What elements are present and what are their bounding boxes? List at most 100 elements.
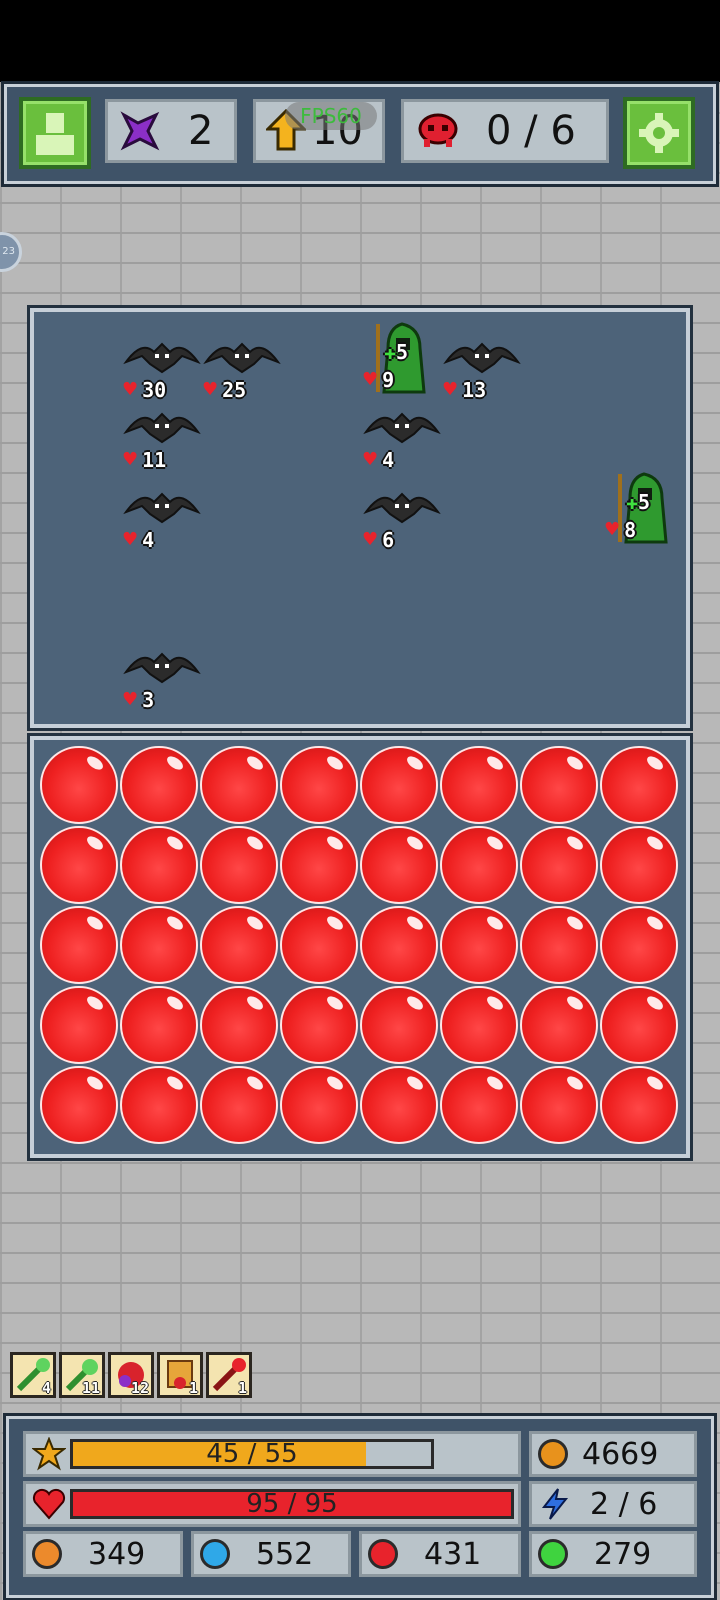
gem-counter: 2 [105,99,237,163]
enemy-hp: ♥ 11 [122,448,166,472]
enemy-field: ♥ 30 ♥ 25 ✚5 ♥ 9 ♥ 13 ♥ 11 ♥ 4 ♥ 4 ♥ 6 ✚5 ♥ 8 ♥ 3 [27,305,693,731]
profile-button[interactable] [19,97,91,169]
kill-counter: 0 / 6 [401,99,609,163]
red-orb[interactable] [520,986,598,1064]
bat-enemy[interactable]: ♥ 4 [362,404,442,472]
red-orb[interactable] [360,826,438,904]
bottom-hud: 45 / 55 4669 95 / 95 2 / 6 349 552 431 2… [3,1413,717,1600]
coin-count: 4669 [582,1436,659,1472]
red-orb[interactable] [120,1066,198,1144]
red-orb[interactable] [200,1066,278,1144]
bat-enemy[interactable]: ♥ 11 [122,404,202,472]
red-orb[interactable] [600,906,678,984]
item-slot[interactable]: 1 [157,1352,203,1398]
enemy-hp-value: 25 [222,378,247,402]
bat-icon [123,652,201,684]
bat-enemy[interactable]: ♥ 30 [122,334,202,402]
xp-panel: 45 / 55 [23,1431,521,1477]
red-orb[interactable] [280,1066,358,1144]
red-orb[interactable] [440,986,518,1064]
heal-value: ✚5 [384,340,408,364]
star-icon [32,1437,66,1471]
red-orb[interactable] [200,746,278,824]
game-screen: { "top_hud": { "gems": "2", "level": "10… [0,0,720,1600]
bat-enemy[interactable]: ♥ 25 [202,334,282,402]
health-panel: 95 / 95 [23,1481,521,1527]
item-count: 12 [130,1379,149,1397]
blue-count: 552 [256,1536,314,1572]
item-slot[interactable]: 1 [206,1352,252,1398]
heart-icon [32,1488,66,1520]
red-orb[interactable] [360,746,438,824]
red-orb[interactable] [520,826,598,904]
red-orb[interactable] [40,906,118,984]
red-orb[interactable] [200,906,278,984]
red-orb[interactable] [440,906,518,984]
coin-icon [538,1439,568,1469]
red-orb[interactable] [440,1066,518,1144]
red-orb[interactable] [360,1066,438,1144]
shaman-enemy[interactable]: ✚5 ♥ 8 [604,472,684,544]
red-orb[interactable] [520,746,598,824]
lightning-icon [541,1488,569,1520]
kill-count: 0 / 6 [486,108,576,154]
heal-number: 5 [638,490,651,514]
heart-icon: ♥ [362,449,379,470]
red-orb[interactable] [440,826,518,904]
settings-button[interactable] [623,97,695,169]
orange-orb-icon [32,1539,62,1569]
red-count: 431 [424,1536,482,1572]
fps-counter: FPS60 [285,102,377,130]
bat-icon [123,412,201,444]
red-orb-icon [368,1539,398,1569]
red-orb[interactable] [120,906,198,984]
bat-icon [203,342,281,374]
red-orb[interactable] [440,746,518,824]
red-orb[interactable] [600,1066,678,1144]
heal-plus-icon: ✚ [384,340,397,364]
gear-icon [639,113,679,153]
red-orb[interactable] [360,906,438,984]
red-orb[interactable] [280,826,358,904]
shaman-enemy[interactable]: ✚5 ♥ 9 [362,322,442,394]
bat-enemy[interactable]: ♥ 3 [122,644,202,712]
item-slot[interactable]: 11 [59,1352,105,1398]
red-orb[interactable] [40,746,118,824]
red-orb[interactable] [200,826,278,904]
bat-enemy[interactable]: ♥ 13 [442,334,522,402]
red-orb[interactable] [120,746,198,824]
enemy-hp-value: 30 [142,378,167,402]
red-orb[interactable] [40,986,118,1064]
top-hud: 2 10 0 / 6 [1,81,719,187]
red-orb[interactable] [360,986,438,1064]
red-orb[interactable] [120,986,198,1064]
item-slot[interactable]: 4 [10,1352,56,1398]
red-orb[interactable] [520,1066,598,1144]
red-orb[interactable] [600,826,678,904]
enemy-hp-value: 9 [382,368,395,392]
enemy-hp: ♥ 4 [362,448,394,472]
red-orb[interactable] [120,826,198,904]
red-orb[interactable] [520,906,598,984]
red-orb[interactable] [40,826,118,904]
bat-enemy[interactable]: ♥ 4 [122,484,202,552]
energy-panel: 2 / 6 [529,1481,697,1527]
red-orb[interactable] [600,746,678,824]
gem-count: 2 [188,108,214,154]
bat-enemy[interactable]: ♥ 6 [362,484,442,552]
item-slot[interactable]: 12 [108,1352,154,1398]
heart-icon: ♥ [122,449,139,470]
red-orb[interactable] [200,986,278,1064]
red-orb[interactable] [280,746,358,824]
red-orb[interactable] [280,986,358,1064]
orange-resource-panel: 349 [23,1531,183,1577]
red-orb[interactable] [40,1066,118,1144]
heart-icon: ♥ [362,369,379,390]
blue-resource-panel: 552 [191,1531,351,1577]
heal-number: 5 [396,340,409,364]
red-orb[interactable] [600,986,678,1064]
coin-panel: 4669 [529,1431,697,1477]
heart-icon: ♥ [122,689,139,710]
red-orb[interactable] [280,906,358,984]
orange-count: 349 [88,1536,146,1572]
